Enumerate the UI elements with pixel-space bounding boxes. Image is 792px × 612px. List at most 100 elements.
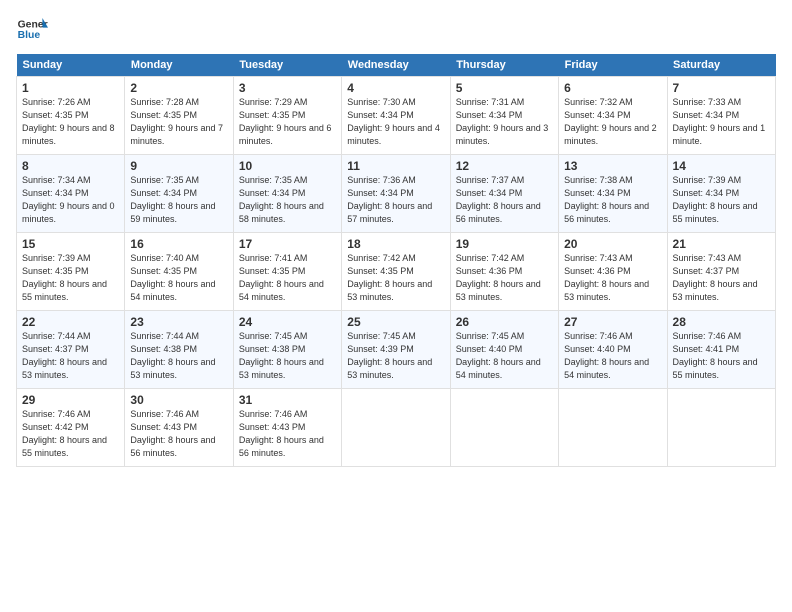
day-number: 16 [130, 237, 227, 251]
day-info: Sunrise: 7:34 AM Sunset: 4:34 PM Dayligh… [22, 174, 119, 226]
day-info: Sunrise: 7:42 AM Sunset: 4:36 PM Dayligh… [456, 252, 553, 304]
day-number: 18 [347, 237, 444, 251]
calendar-cell: 5Sunrise: 7:31 AM Sunset: 4:34 PM Daylig… [450, 77, 558, 155]
day-number: 23 [130, 315, 227, 329]
weekday-header-saturday: Saturday [667, 54, 775, 77]
day-number: 20 [564, 237, 661, 251]
day-number: 2 [130, 81, 227, 95]
svg-text:Blue: Blue [18, 30, 41, 41]
day-number: 10 [239, 159, 336, 173]
day-number: 28 [673, 315, 770, 329]
day-info: Sunrise: 7:43 AM Sunset: 4:36 PM Dayligh… [564, 252, 661, 304]
weekday-header-tuesday: Tuesday [233, 54, 341, 77]
calendar-cell: 29Sunrise: 7:46 AM Sunset: 4:42 PM Dayli… [17, 389, 125, 467]
calendar-cell [667, 389, 775, 467]
week-row-4: 22Sunrise: 7:44 AM Sunset: 4:37 PM Dayli… [17, 311, 776, 389]
day-info: Sunrise: 7:36 AM Sunset: 4:34 PM Dayligh… [347, 174, 444, 226]
day-number: 29 [22, 393, 119, 407]
day-info: Sunrise: 7:26 AM Sunset: 4:35 PM Dayligh… [22, 96, 119, 148]
day-number: 13 [564, 159, 661, 173]
day-info: Sunrise: 7:35 AM Sunset: 4:34 PM Dayligh… [239, 174, 336, 226]
day-info: Sunrise: 7:39 AM Sunset: 4:35 PM Dayligh… [22, 252, 119, 304]
calendar-cell: 19Sunrise: 7:42 AM Sunset: 4:36 PM Dayli… [450, 233, 558, 311]
header: General Blue [16, 16, 776, 44]
day-number: 30 [130, 393, 227, 407]
calendar-cell: 18Sunrise: 7:42 AM Sunset: 4:35 PM Dayli… [342, 233, 450, 311]
calendar-cell [450, 389, 558, 467]
day-number: 11 [347, 159, 444, 173]
day-number: 6 [564, 81, 661, 95]
day-info: Sunrise: 7:35 AM Sunset: 4:34 PM Dayligh… [130, 174, 227, 226]
calendar-cell: 2Sunrise: 7:28 AM Sunset: 4:35 PM Daylig… [125, 77, 233, 155]
day-info: Sunrise: 7:30 AM Sunset: 4:34 PM Dayligh… [347, 96, 444, 148]
calendar-cell: 27Sunrise: 7:46 AM Sunset: 4:40 PM Dayli… [559, 311, 667, 389]
day-info: Sunrise: 7:42 AM Sunset: 4:35 PM Dayligh… [347, 252, 444, 304]
calendar-cell: 25Sunrise: 7:45 AM Sunset: 4:39 PM Dayli… [342, 311, 450, 389]
calendar-cell: 6Sunrise: 7:32 AM Sunset: 4:34 PM Daylig… [559, 77, 667, 155]
weekday-header-row: SundayMondayTuesdayWednesdayThursdayFrid… [17, 54, 776, 77]
day-info: Sunrise: 7:44 AM Sunset: 4:38 PM Dayligh… [130, 330, 227, 382]
day-info: Sunrise: 7:45 AM Sunset: 4:38 PM Dayligh… [239, 330, 336, 382]
day-info: Sunrise: 7:46 AM Sunset: 4:40 PM Dayligh… [564, 330, 661, 382]
day-number: 12 [456, 159, 553, 173]
calendar-cell: 28Sunrise: 7:46 AM Sunset: 4:41 PM Dayli… [667, 311, 775, 389]
calendar-cell: 9Sunrise: 7:35 AM Sunset: 4:34 PM Daylig… [125, 155, 233, 233]
day-number: 22 [22, 315, 119, 329]
day-number: 1 [22, 81, 119, 95]
calendar-cell: 13Sunrise: 7:38 AM Sunset: 4:34 PM Dayli… [559, 155, 667, 233]
day-number: 19 [456, 237, 553, 251]
day-info: Sunrise: 7:37 AM Sunset: 4:34 PM Dayligh… [456, 174, 553, 226]
day-info: Sunrise: 7:28 AM Sunset: 4:35 PM Dayligh… [130, 96, 227, 148]
week-row-2: 8Sunrise: 7:34 AM Sunset: 4:34 PM Daylig… [17, 155, 776, 233]
calendar-cell: 21Sunrise: 7:43 AM Sunset: 4:37 PM Dayli… [667, 233, 775, 311]
day-number: 17 [239, 237, 336, 251]
calendar-cell: 20Sunrise: 7:43 AM Sunset: 4:36 PM Dayli… [559, 233, 667, 311]
day-info: Sunrise: 7:32 AM Sunset: 4:34 PM Dayligh… [564, 96, 661, 148]
day-info: Sunrise: 7:40 AM Sunset: 4:35 PM Dayligh… [130, 252, 227, 304]
calendar-cell: 15Sunrise: 7:39 AM Sunset: 4:35 PM Dayli… [17, 233, 125, 311]
day-number: 7 [673, 81, 770, 95]
calendar-cell: 1Sunrise: 7:26 AM Sunset: 4:35 PM Daylig… [17, 77, 125, 155]
calendar-cell: 3Sunrise: 7:29 AM Sunset: 4:35 PM Daylig… [233, 77, 341, 155]
calendar-cell: 8Sunrise: 7:34 AM Sunset: 4:34 PM Daylig… [17, 155, 125, 233]
day-info: Sunrise: 7:33 AM Sunset: 4:34 PM Dayligh… [673, 96, 770, 148]
calendar-cell: 12Sunrise: 7:37 AM Sunset: 4:34 PM Dayli… [450, 155, 558, 233]
day-info: Sunrise: 7:45 AM Sunset: 4:40 PM Dayligh… [456, 330, 553, 382]
day-info: Sunrise: 7:41 AM Sunset: 4:35 PM Dayligh… [239, 252, 336, 304]
logo-icon: General Blue [16, 16, 48, 44]
calendar-cell: 7Sunrise: 7:33 AM Sunset: 4:34 PM Daylig… [667, 77, 775, 155]
calendar-cell [559, 389, 667, 467]
day-info: Sunrise: 7:38 AM Sunset: 4:34 PM Dayligh… [564, 174, 661, 226]
week-row-3: 15Sunrise: 7:39 AM Sunset: 4:35 PM Dayli… [17, 233, 776, 311]
week-row-5: 29Sunrise: 7:46 AM Sunset: 4:42 PM Dayli… [17, 389, 776, 467]
day-info: Sunrise: 7:29 AM Sunset: 4:35 PM Dayligh… [239, 96, 336, 148]
day-number: 24 [239, 315, 336, 329]
calendar-cell: 24Sunrise: 7:45 AM Sunset: 4:38 PM Dayli… [233, 311, 341, 389]
calendar-cell: 10Sunrise: 7:35 AM Sunset: 4:34 PM Dayli… [233, 155, 341, 233]
calendar-cell: 4Sunrise: 7:30 AM Sunset: 4:34 PM Daylig… [342, 77, 450, 155]
calendar-cell: 16Sunrise: 7:40 AM Sunset: 4:35 PM Dayli… [125, 233, 233, 311]
day-number: 15 [22, 237, 119, 251]
calendar-cell [342, 389, 450, 467]
calendar-cell: 17Sunrise: 7:41 AM Sunset: 4:35 PM Dayli… [233, 233, 341, 311]
weekday-header-wednesday: Wednesday [342, 54, 450, 77]
weekday-header-friday: Friday [559, 54, 667, 77]
day-number: 8 [22, 159, 119, 173]
weekday-header-sunday: Sunday [17, 54, 125, 77]
calendar-cell: 11Sunrise: 7:36 AM Sunset: 4:34 PM Dayli… [342, 155, 450, 233]
day-info: Sunrise: 7:46 AM Sunset: 4:43 PM Dayligh… [239, 408, 336, 460]
calendar-cell: 26Sunrise: 7:45 AM Sunset: 4:40 PM Dayli… [450, 311, 558, 389]
day-info: Sunrise: 7:31 AM Sunset: 4:34 PM Dayligh… [456, 96, 553, 148]
calendar-cell: 31Sunrise: 7:46 AM Sunset: 4:43 PM Dayli… [233, 389, 341, 467]
week-row-1: 1Sunrise: 7:26 AM Sunset: 4:35 PM Daylig… [17, 77, 776, 155]
calendar-cell: 30Sunrise: 7:46 AM Sunset: 4:43 PM Dayli… [125, 389, 233, 467]
calendar-cell: 22Sunrise: 7:44 AM Sunset: 4:37 PM Dayli… [17, 311, 125, 389]
calendar-container: General Blue SundayMondayTuesdayWednesda… [0, 0, 792, 475]
day-number: 27 [564, 315, 661, 329]
day-info: Sunrise: 7:45 AM Sunset: 4:39 PM Dayligh… [347, 330, 444, 382]
day-info: Sunrise: 7:46 AM Sunset: 4:43 PM Dayligh… [130, 408, 227, 460]
day-number: 21 [673, 237, 770, 251]
day-info: Sunrise: 7:44 AM Sunset: 4:37 PM Dayligh… [22, 330, 119, 382]
weekday-header-thursday: Thursday [450, 54, 558, 77]
day-info: Sunrise: 7:46 AM Sunset: 4:41 PM Dayligh… [673, 330, 770, 382]
